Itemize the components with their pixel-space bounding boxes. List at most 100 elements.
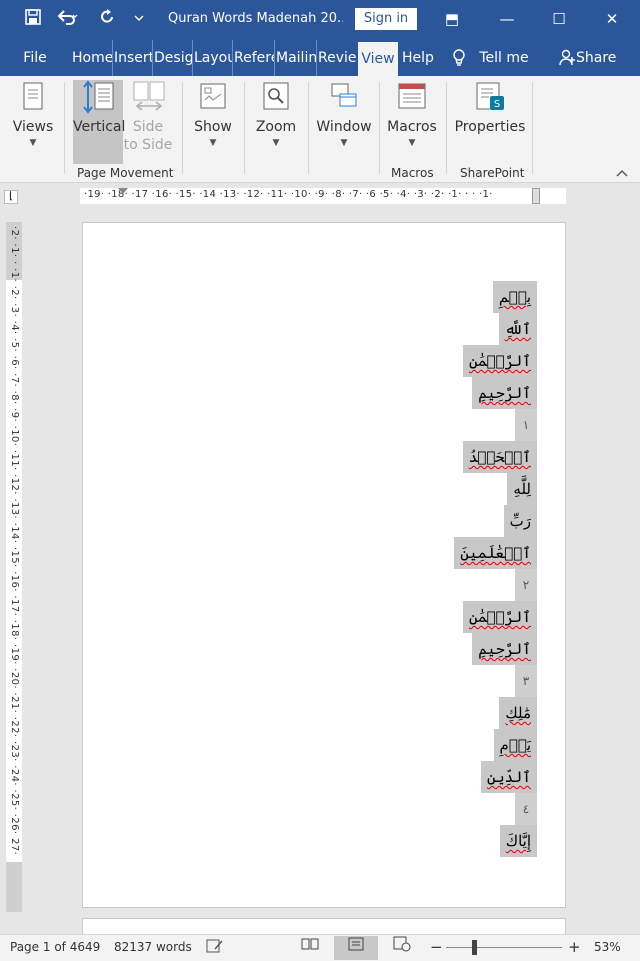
divider xyxy=(64,82,65,174)
indent-marker[interactable] xyxy=(118,188,128,194)
word-cell[interactable]: بِسۡمِ xyxy=(492,281,537,313)
ribbon-display-options-icon[interactable]: ⬒ xyxy=(437,6,467,32)
ribbon-view: Views ▼ Vertical Side to Side Page Movem… xyxy=(0,76,640,183)
close-icon[interactable]: ✕ xyxy=(597,6,627,32)
word-cell[interactable]: ٱللَّهِ xyxy=(498,313,537,345)
sign-in-button[interactable]: Sign in xyxy=(355,8,417,30)
maximize-icon[interactable]: ☐ xyxy=(544,6,574,32)
word-cell[interactable]: ٱلرَّحۡمَٰنِ xyxy=(463,345,537,377)
save-icon[interactable] xyxy=(24,8,42,30)
person-icon xyxy=(556,40,578,76)
word-cell[interactable]: ٱلرَّحِيمِ xyxy=(472,633,537,665)
verse-marker[interactable]: ٣ xyxy=(515,665,537,697)
word-cell[interactable]: ٱلۡعَٰلَمِينَ xyxy=(454,537,537,569)
document-page[interactable]: بِسۡمِ ٱللَّهِ ٱلرَّحۡمَٰنِ ٱلرَّحِيمِ ١… xyxy=(82,222,566,908)
title-bar: Quran Words Madenah 20... Sign in ⬒ — ☐ … xyxy=(0,0,640,40)
macros-icon xyxy=(396,80,428,112)
verse-marker[interactable]: ١ xyxy=(515,409,537,441)
zoom-slider-thumb[interactable] xyxy=(471,940,477,955)
views-button[interactable]: Views ▼ xyxy=(8,80,58,164)
divider xyxy=(379,82,380,174)
side-label-2: to Side xyxy=(123,137,173,153)
status-bar: Page 1 of 4649 82137 words − + 53% xyxy=(0,934,640,961)
macros-label: Macros xyxy=(387,119,437,135)
zoom-label: Zoom xyxy=(255,119,297,135)
tab-layout[interactable]: Layout xyxy=(194,40,233,76)
horizontal-ruler-scale: ·19· ·18· ·17 ·16· ·15· ·14 ·13· ·12· ·1… xyxy=(84,189,493,200)
zoom-button[interactable]: Zoom ▼ xyxy=(252,80,300,164)
divider xyxy=(532,82,533,174)
magnifier-icon xyxy=(260,80,292,112)
views-label: Views xyxy=(12,119,54,135)
word-count[interactable]: 82137 words xyxy=(114,940,192,954)
properties-button[interactable]: S Properties xyxy=(454,80,526,164)
horizontal-ruler[interactable]: ·19· ·18· ·17 ·16· ·15· ·14 ·13· ·12· ·1… xyxy=(80,188,566,204)
side-to-side-button[interactable]: Side to Side xyxy=(123,80,173,164)
vertical-label: Vertical xyxy=(73,119,126,135)
verse-marker[interactable]: ٤ xyxy=(515,793,537,825)
svg-text:S: S xyxy=(494,99,500,110)
tab-review[interactable]: Review xyxy=(318,40,356,76)
print-layout-icon[interactable] xyxy=(334,936,378,960)
redo-icon[interactable] xyxy=(98,8,116,30)
chevron-down-icon: ▼ xyxy=(209,138,217,148)
zoom-level[interactable]: 53% xyxy=(594,940,621,954)
collapse-ribbon-icon[interactable] xyxy=(616,166,628,180)
verse-marker[interactable]: ٢ xyxy=(515,569,537,601)
minimize-icon[interactable]: — xyxy=(492,6,522,32)
group-label-sharepoint: SharePoint xyxy=(460,166,525,180)
tab-insert[interactable]: Insert xyxy=(114,40,153,76)
window-icon xyxy=(328,80,360,112)
window-label: Window xyxy=(316,119,372,135)
vertical-ruler[interactable]: ·2· ·1· · ·1· ·2· ·3· ·4· ·5· ·6· ·7· ·8… xyxy=(6,222,22,912)
zoom-in-button[interactable]: + xyxy=(568,938,581,956)
tab-references[interactable]: References xyxy=(234,40,275,76)
divider xyxy=(182,82,183,174)
word-cell[interactable]: ٱلدِّينِ xyxy=(481,761,537,793)
tab-mailings[interactable]: Mailings xyxy=(276,40,317,76)
window-button[interactable]: Window ▼ xyxy=(316,80,372,164)
tab-selector[interactable]: ⌊ xyxy=(4,190,18,204)
chevron-down-icon: ▼ xyxy=(272,138,280,148)
page-count[interactable]: Page 1 of 4649 xyxy=(10,940,100,954)
undo-icon[interactable] xyxy=(56,8,78,30)
ribbon-tabs: File Home Insert Design Layout Reference… xyxy=(0,40,640,76)
word-cell[interactable]: إِيَّاكَ xyxy=(499,825,537,857)
tab-design[interactable]: Design xyxy=(154,40,193,76)
group-label-page-movement: Page Movement xyxy=(77,166,174,180)
word-cell[interactable]: لِلَّهِ xyxy=(507,473,537,505)
tab-view[interactable]: View xyxy=(358,42,398,76)
word-cell[interactable]: ٱلرَّحِيمِ xyxy=(472,377,537,409)
tab-home[interactable]: Home xyxy=(72,40,113,76)
word-cell[interactable]: يَوۡمِ xyxy=(493,729,537,761)
customize-icon[interactable] xyxy=(132,10,146,29)
side-label-1: Side xyxy=(132,119,164,135)
sharepoint-properties-icon: S xyxy=(474,80,506,112)
zoom-out-button[interactable]: − xyxy=(430,938,443,956)
show-button[interactable]: Show ▼ xyxy=(190,80,236,164)
divider xyxy=(244,82,245,174)
word-cell[interactable]: رَبِّ xyxy=(503,505,537,537)
divider xyxy=(308,82,309,174)
read-mode-icon[interactable] xyxy=(288,936,332,960)
macros-button[interactable]: Macros ▼ xyxy=(386,80,438,164)
document-title: Quran Words Madenah 20... xyxy=(168,11,343,26)
group-label-macros: Macros xyxy=(391,166,434,180)
tab-help[interactable]: Help xyxy=(400,40,436,76)
tell-me-search[interactable]: Tell me xyxy=(476,40,532,76)
chevron-down-icon: ▼ xyxy=(29,138,37,148)
word-cell[interactable]: ٱلۡحَمۡدُ xyxy=(462,441,537,473)
tab-file[interactable]: File xyxy=(14,40,56,76)
web-layout-icon[interactable] xyxy=(380,936,424,960)
word-cell[interactable]: ٱلرَّحۡمَٰنِ xyxy=(463,601,537,633)
divider xyxy=(446,82,447,174)
vertical-button[interactable]: Vertical xyxy=(73,80,126,164)
right-indent-marker[interactable] xyxy=(532,188,540,204)
share-button[interactable]: Share xyxy=(576,40,616,76)
vertical-page-icon xyxy=(82,80,114,114)
word-cell[interactable]: مَٰلِكِ xyxy=(499,697,537,729)
proofing-icon[interactable] xyxy=(206,938,224,957)
zoom-slider-track[interactable] xyxy=(446,947,562,948)
side-to-side-icon xyxy=(132,80,165,112)
chevron-down-icon: ▼ xyxy=(408,138,416,148)
